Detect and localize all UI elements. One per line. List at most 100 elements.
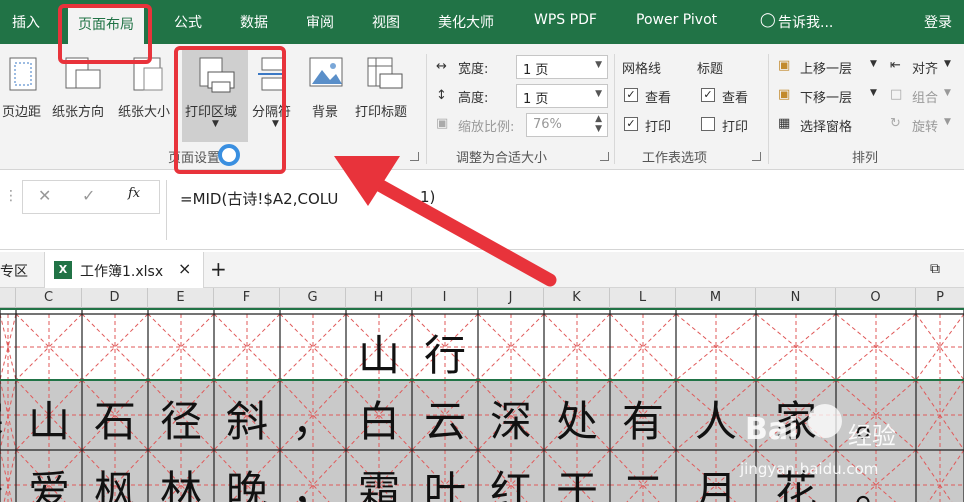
poem-cell[interactable]: 二 [610,450,676,502]
poem-cell[interactable]: 霜 [346,450,412,502]
sheet-options-launcher-icon[interactable] [752,152,761,161]
poem-cell[interactable]: 径 [148,380,214,450]
poem-char: 霜 [357,467,400,502]
tab-review[interactable]: 审阅 [306,12,334,36]
excel-file-icon: X [54,261,72,279]
tab-insert[interactable]: 插入 [12,12,40,36]
width-label: 宽度: [458,62,489,77]
poem-cell[interactable]: 晚 [214,450,280,502]
column-header[interactable]: M [676,288,756,308]
poem-cell[interactable]: 山 [16,380,82,450]
poem-cell[interactable]: 人 [676,380,756,450]
title-cell[interactable]: 山 [346,316,412,382]
tab-wps-pdf[interactable]: WPS PDF [534,12,597,36]
poem-cell[interactable]: 坐 [0,450,16,502]
column-header[interactable] [0,288,16,308]
headings-heading: 标题 [697,62,724,77]
title-cell[interactable]: 行 [412,316,478,382]
poem-cell[interactable]: ， [280,380,346,450]
poem-char: 爱 [27,467,70,502]
worksheet-grid[interactable]: 山 行 寒山石径斜，白云深处有人家。 坐爱枫林晚，霜叶红于二月花。 Bai 经验… [0,308,964,502]
poem-char: 二 [621,467,664,502]
align-button[interactable]: 对齐 [912,58,938,77]
chevron-down-icon: ▼ [944,59,951,69]
selection-pane-button[interactable]: 选择窗格 [800,116,852,135]
margins-button[interactable]: 页边距 [2,101,41,120]
send-backward-icon: ▣ [778,87,791,102]
poem-cell[interactable]: 叶 [412,450,478,502]
poem-char: 枫 [93,467,136,502]
send-backward-button[interactable]: 下移一层 [800,87,852,106]
poem-cell[interactable]: 白 [346,380,412,450]
poem-cell[interactable]: 寒 [0,380,16,450]
poem-cell[interactable]: 林 [148,450,214,502]
width-icon: ↔ [436,59,447,74]
tab-beautify[interactable]: 美化大师 [438,12,494,36]
poem-cell[interactable]: 云 [412,380,478,450]
poem-cell[interactable]: 斜 [214,380,280,450]
tab-power-pivot[interactable]: Power Pivot [636,12,717,36]
poem-char: 于 [555,467,598,502]
bring-forward-button[interactable]: 上移一层 [800,58,852,77]
arrange-group-label: 排列 [852,151,879,166]
background-icon [309,57,343,87]
column-header[interactable]: N [756,288,836,308]
poem-cell[interactable]: 处 [544,380,610,450]
ribbon-separator [768,54,769,164]
column-header[interactable]: D [82,288,148,308]
gridlines-view-checkbox[interactable]: ✓ [624,88,638,102]
zoom-spinner[interactable]: 76% ▲ ▼ [526,113,608,137]
selection-pane-icon: ▦ [778,116,791,131]
poem-cell[interactable]: 深 [478,380,544,450]
insert-function-icon[interactable]: fx [128,186,140,201]
zoom-icon: ▣ [436,116,449,131]
column-header[interactable]: I [412,288,478,308]
poem-cell[interactable]: 石 [82,380,148,450]
cancel-icon[interactable]: ✕ [38,186,51,205]
paper-size-button[interactable]: 纸张大小 [118,101,170,120]
arrow-annotation-icon [334,156,557,287]
close-tab-icon[interactable]: × [178,259,191,278]
tell-me-search[interactable]: 告诉我... [778,12,833,36]
width-select[interactable]: 1 页 ▼ [516,55,608,79]
column-header[interactable]: L [610,288,676,308]
tab-data[interactable]: 数据 [240,12,268,36]
group-icon: □ [890,87,903,102]
confirm-icon[interactable]: ✓ [82,186,95,205]
add-tab-icon[interactable]: + [210,257,227,281]
gridlines-print-checkbox[interactable]: ✓ [624,117,638,131]
height-value: 1 页 [523,92,549,107]
background-button[interactable]: 背景 [312,101,338,120]
column-header[interactable]: O [836,288,916,308]
scale-launcher-icon[interactable] [600,152,609,161]
orientation-button[interactable]: 纸张方向 [52,101,104,120]
poem-cell[interactable]: 爱 [16,450,82,502]
tab-view[interactable]: 视图 [372,12,400,36]
gridlines-heading: 网格线 [622,62,662,77]
poem-cell[interactable]: 于 [544,450,610,502]
poem-cell[interactable]: 有 [610,380,676,450]
poem-cell[interactable]: ， [280,450,346,502]
lightbulb-icon: ◯ [760,12,776,28]
headings-view-checkbox[interactable]: ✓ [701,88,715,102]
column-header[interactable]: F [214,288,280,308]
column-header[interactable]: G [280,288,346,308]
zone-tab[interactable]: 专区 [0,261,28,281]
restore-window-icon[interactable]: ⧉ [930,261,940,277]
height-select[interactable]: 1 页 ▼ [516,84,608,108]
poem-cell[interactable]: 红 [478,450,544,502]
column-header[interactable]: H [346,288,412,308]
column-header[interactable]: E [148,288,214,308]
headings-print-checkbox[interactable] [701,117,715,131]
tab-formulas[interactable]: 公式 [174,12,202,36]
column-header[interactable]: P [916,288,964,308]
column-header[interactable]: K [544,288,610,308]
poem-cell[interactable]: 枫 [82,450,148,502]
column-header[interactable]: C [16,288,82,308]
column-header[interactable]: J [478,288,544,308]
rotate-button[interactable]: 旋转 [912,116,938,135]
poem-char: 人 [694,397,737,446]
print-titles-button[interactable]: 打印标题 [355,101,407,120]
login-link[interactable]: 登录 [924,12,952,36]
group-button[interactable]: 组合 [912,87,938,106]
